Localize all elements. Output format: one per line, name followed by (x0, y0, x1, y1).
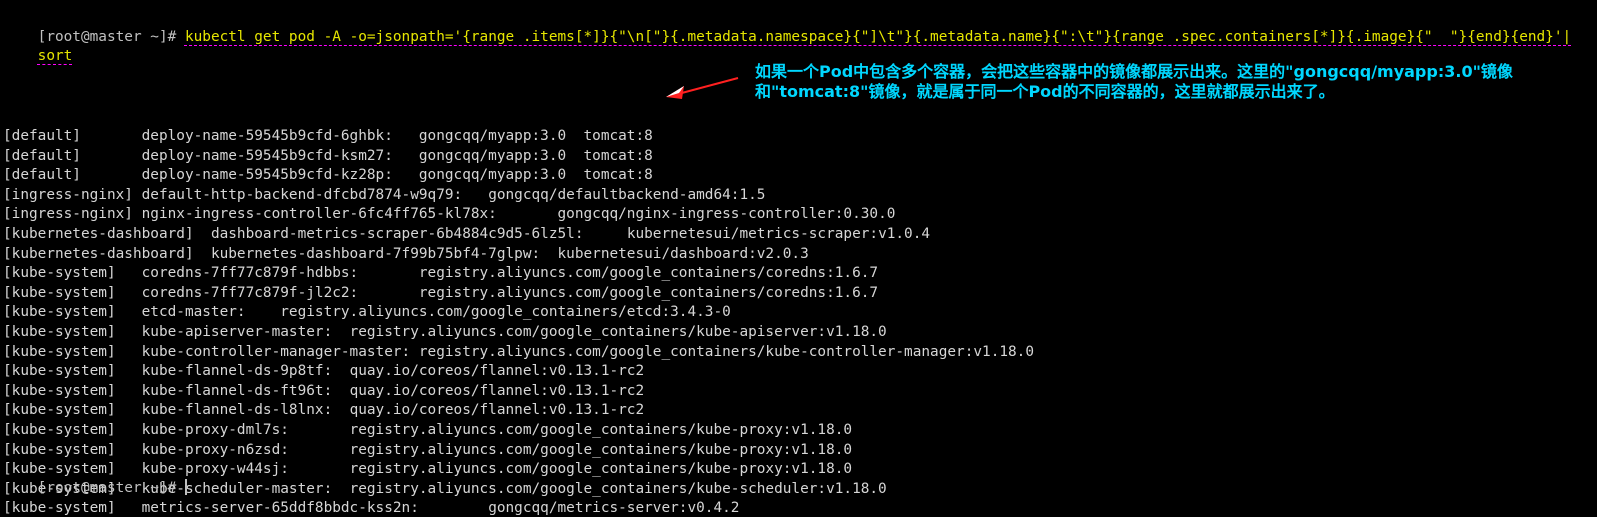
image-cell: registry.aliyuncs.com/google_containers/… (418, 284, 879, 301)
namespace-cell: [kube-system] (3, 284, 142, 301)
output-row: [kube-system] kube-flannel-ds-9p8tf: qua… (3, 362, 644, 380)
output-row: [kube-system] coredns-7ff77c879f-jl2c2: … (3, 284, 878, 302)
pod-name-cell: deploy-name-59545b9cfd-kz28p: (141, 167, 419, 184)
namespace-cell: [kube-system] (3, 324, 142, 340)
pod-name-cell: metrics-server-65ddf8bbdc-kss2n: (141, 500, 489, 517)
output-row: [kubernetes-dashboard] kubernetes-dashbo… (3, 245, 809, 263)
image-cell: gongcqq/metrics-server:v0.4.2 (488, 500, 740, 517)
namespace-cell: [kube-system] (3, 382, 142, 399)
output-row: [ingress-nginx] nginx-ingress-controller… (3, 205, 895, 223)
image-cell: gongcqq/myapp:3.0 tomcat:8 (418, 128, 653, 144)
pod-name-cell: kube-proxy-n6zsd: (141, 441, 350, 458)
terminal-window[interactable]: [root@master ~]# kubectl get pod -A -o=j… (0, 0, 1597, 516)
pod-name-cell: default-http-backend-dfcbd7874-w9q79: (141, 186, 489, 203)
namespace-cell: [kube-system] (3, 304, 142, 321)
shell-prompt-final: [root@master ~]# (37, 480, 185, 496)
namespace-cell: [ingress-nginx] (3, 186, 142, 203)
image-cell: gongcqq/myapp:3.0 tomcat:8 (418, 167, 653, 184)
image-cell: quay.io/coreos/flannel:v0.13.1-rc2 (349, 382, 645, 399)
kubectl-command: kubectl get pod -A -o=jsonpath='{range .… (184, 29, 1572, 45)
namespace-cell: [kube-system] (3, 343, 142, 360)
image-cell: registry.aliyuncs.com/google_containers/… (349, 441, 853, 458)
pod-name-cell: kube-proxy-dml7s: (141, 422, 350, 438)
pod-name-cell: deploy-name-59545b9cfd-ksm27: (141, 147, 419, 164)
pod-name-cell: kube-flannel-ds-ft96t: (141, 382, 350, 399)
output-row: [default] deploy-name-59545b9cfd-6ghbk: … (3, 127, 653, 145)
namespace-cell: [kubernetes-dashboard] (3, 226, 211, 242)
image-cell: gongcqq/myapp:3.0 tomcat:8 (418, 147, 653, 164)
pod-name-cell: nginx-ingress-controller-6fc4ff765-kl78x… (141, 206, 558, 223)
output-row: [default] deploy-name-59545b9cfd-ksm27: … (3, 147, 653, 165)
image-cell: registry.aliyuncs.com/google_containers/… (349, 324, 887, 340)
pod-name-cell: coredns-7ff77c879f-jl2c2: (141, 284, 419, 301)
namespace-cell: [kube-system] (3, 441, 142, 458)
image-cell: registry.aliyuncs.com/google_containers/… (418, 265, 879, 282)
output-row: [kube-system] etcd-master: registry.aliy… (3, 303, 731, 321)
output-row: [ingress-nginx] default-http-backend-dfc… (3, 186, 765, 204)
image-cell: gongcqq/nginx-ingress-controller:0.30.0 (557, 206, 896, 223)
namespace-cell: [kube-system] (3, 363, 142, 380)
command-line-continuation: sort (3, 29, 73, 64)
image-cell: quay.io/coreos/flannel:v0.13.1-rc2 (349, 402, 645, 419)
output-row: [kube-system] kube-flannel-ds-l8lnx: qua… (3, 401, 644, 419)
pod-name-cell: dashboard-metrics-scraper-6b4884c9d5-6lz… (210, 226, 627, 242)
output-row: [kube-system] kube-proxy-n6zsd: registry… (3, 441, 852, 459)
image-cell: kubernetesui/dashboard:v2.0.3 (557, 245, 809, 262)
image-cell: kubernetesui/metrics-scraper:v1.0.4 (626, 226, 931, 242)
pod-name-cell: kube-controller-manager-master: (141, 343, 419, 360)
namespace-cell: [kube-system] (3, 265, 142, 282)
annotation-note: 如果一个Pod中包含多个容器，会把这些容器中的镜像都展示出来。这里的"gongc… (755, 62, 1513, 101)
image-cell: registry.aliyuncs.com/google_containers/… (349, 422, 853, 438)
image-cell: registry.aliyuncs.com/google_containers/… (349, 480, 887, 497)
pod-name-cell: coredns-7ff77c879f-hdbbs: (141, 265, 419, 282)
output-row: [kubernetes-dashboard] dashboard-metrics… (3, 225, 930, 243)
pod-name-cell: kubernetes-dashboard-7f99b75bf4-7glpw: (210, 245, 558, 262)
pod-name-cell: kube-flannel-ds-l8lnx: (141, 402, 350, 419)
output-row: [kube-system] kube-apiserver-master: reg… (3, 323, 887, 341)
pod-name-cell: kube-flannel-ds-9p8tf: (141, 363, 350, 380)
namespace-cell: [kube-system] (3, 422, 142, 438)
namespace-cell: [kubernetes-dashboard] (3, 245, 211, 262)
final-prompt-line: [root@master ~]# (3, 461, 187, 496)
command-line: [root@master ~]# kubectl get pod -A -o=j… (3, 10, 1572, 45)
image-cell: quay.io/coreos/flannel:v0.13.1-rc2 (349, 363, 645, 380)
sort-command: sort (37, 48, 73, 64)
image-cell: registry.aliyuncs.com/google_containers/… (418, 343, 1035, 360)
output-row: [kube-system] coredns-7ff77c879f-hdbbs: … (3, 264, 878, 282)
text-cursor (184, 479, 187, 495)
namespace-cell: [default] (3, 147, 142, 164)
output-row: [default] deploy-name-59545b9cfd-kz28p: … (3, 166, 653, 184)
namespace-cell: [kube-system] (3, 500, 142, 517)
pod-name-cell: etcd-master: (141, 304, 281, 321)
image-cell: registry.aliyuncs.com/google_containers/… (349, 461, 853, 478)
pod-name-cell: kube-apiserver-master: (141, 324, 350, 340)
namespace-cell: [kube-system] (3, 402, 142, 419)
pod-name-cell: deploy-name-59545b9cfd-6ghbk: (141, 128, 419, 144)
image-cell: gongcqq/defaultbackend-amd64:1.5 (488, 186, 766, 203)
output-row: [kube-system] metrics-server-65ddf8bbdc-… (3, 499, 739, 517)
output-row: [kube-system] kube-flannel-ds-ft96t: qua… (3, 382, 644, 400)
namespace-cell: [default] (3, 167, 142, 184)
namespace-cell: [ingress-nginx] (3, 206, 142, 223)
output-row: [kube-system] kube-controller-manager-ma… (3, 343, 1034, 361)
image-cell: registry.aliyuncs.com/google_containers/… (280, 304, 731, 321)
output-row: [kube-system] kube-proxy-dml7s: registry… (3, 421, 852, 439)
namespace-cell: [default] (3, 128, 142, 144)
